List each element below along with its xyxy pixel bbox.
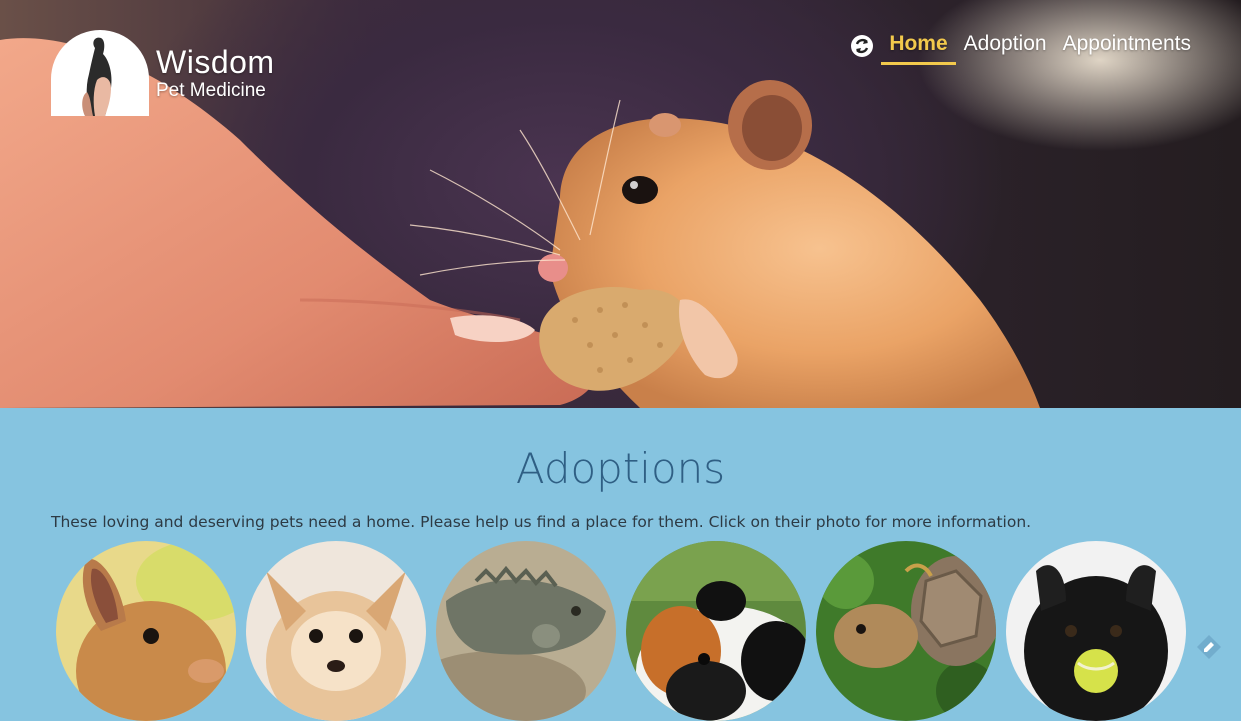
pet-photo-tortoise[interactable] [816,541,996,721]
pet-photo-iguana[interactable] [436,541,616,721]
pet-photo-rabbit[interactable] [56,541,236,721]
pet-photo-chihuahua[interactable] [246,541,426,721]
pet-silhouette-icon [82,37,112,116]
pet-photo-black-dog[interactable] [1006,541,1186,721]
pet-photo-guinea-pig[interactable] [626,541,806,721]
adoptions-description: These loving and deserving pets need a h… [51,513,1032,531]
edit-tag-icon[interactable] [1196,634,1222,660]
refresh-icon[interactable] [851,35,874,57]
nav-appointments[interactable]: Appointments [1055,30,1199,62]
logo[interactable] [51,30,149,116]
adoptions-title: Adoptions [515,444,726,493]
main-nav: Home Adoption Appointments [851,30,1199,65]
brand-name: Wisdom [156,44,275,80]
nav-home[interactable]: Home [881,30,956,65]
hero-banner: Wisdom Pet Medicine Home Adoption Appoin… [0,0,1241,408]
nav-adoption[interactable]: Adoption [956,30,1055,62]
brand[interactable]: Wisdom Pet Medicine [51,30,291,120]
brand-subtitle: Pet Medicine [156,80,266,101]
